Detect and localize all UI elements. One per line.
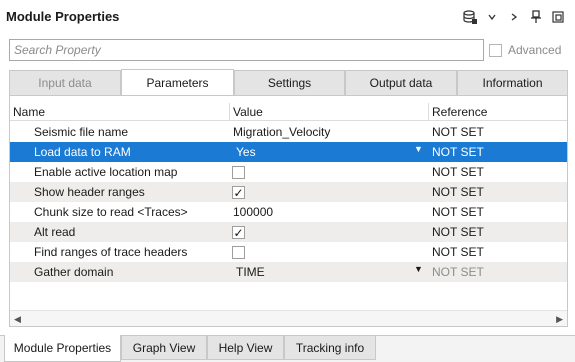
property-name: Alt read [34, 225, 76, 239]
property-checkbox[interactable]: ✓ [232, 186, 245, 199]
property-reference[interactable]: NOT SET [432, 165, 484, 179]
search-input[interactable]: Search Property [9, 39, 484, 61]
property-row-enable-active-location-map[interactable]: Enable active location map NOT SET [10, 162, 567, 182]
chevron-right-icon[interactable] [503, 8, 525, 26]
title-bar: Module Properties [0, 0, 575, 34]
scroll-left-icon[interactable]: ◀ [14, 314, 21, 325]
property-name: Gather domain [34, 265, 114, 279]
dropdown-arrow-icon[interactable]: ▼ [414, 264, 423, 274]
property-name: Show header ranges [34, 185, 145, 199]
tab-parameters[interactable]: Parameters [121, 69, 234, 97]
popout-icon[interactable] [547, 8, 569, 26]
tab-module-properties[interactable]: Module Properties [4, 335, 121, 362]
property-reference[interactable]: NOT SET [432, 205, 484, 219]
tab-output-data[interactable]: Output data [345, 70, 457, 96]
property-name: Load data to RAM [34, 145, 131, 159]
property-value-dropdown[interactable]: Yes [236, 145, 256, 159]
parameters-panel: Name Value Reference Seismic file name M… [9, 95, 568, 327]
tab-tracking-info[interactable]: Tracking info [284, 336, 376, 360]
column-header-name[interactable]: Name [13, 105, 45, 119]
grid-header: Name Value Reference [10, 103, 567, 121]
property-checkbox[interactable]: ✓ [232, 226, 245, 239]
window-title: Module Properties [6, 9, 120, 24]
property-row-find-ranges[interactable]: Find ranges of trace headers NOT SET [10, 242, 567, 262]
property-value[interactable]: Migration_Velocity [233, 125, 330, 139]
bottom-tab-bar: Module Properties Graph View Help View T… [0, 335, 575, 362]
column-divider[interactable] [229, 103, 230, 121]
dropdown-arrow-icon[interactable]: ▼ [414, 144, 423, 154]
property-row-load-data-to-ram[interactable]: Load data to RAM Yes ▼ NOT SET [10, 142, 567, 162]
property-reference[interactable]: NOT SET [432, 245, 484, 259]
property-name: Enable active location map [34, 165, 178, 179]
tab-information[interactable]: Information [457, 70, 568, 96]
pin-icon[interactable] [525, 8, 547, 26]
tab-input-data[interactable]: Input data [9, 70, 121, 96]
property-reference[interactable]: NOT SET [432, 145, 484, 159]
advanced-checkbox[interactable] [489, 43, 502, 57]
column-divider[interactable] [428, 103, 429, 121]
tab-help-view[interactable]: Help View [207, 336, 284, 360]
property-checkbox[interactable] [232, 166, 245, 179]
property-grid: Name Value Reference Seismic file name M… [10, 96, 567, 310]
search-row: Search Property Advanced [0, 37, 575, 65]
property-reference[interactable]: NOT SET [432, 125, 484, 139]
column-header-value[interactable]: Value [233, 105, 263, 119]
property-row-chunk-size[interactable]: Chunk size to read <Traces> 100000 NOT S… [10, 202, 567, 222]
tab-graph-view[interactable]: Graph View [121, 336, 207, 360]
property-tabs: Input data Parameters Settings Output da… [9, 69, 568, 97]
property-name: Chunk size to read <Traces> [34, 205, 188, 219]
property-value-dropdown[interactable]: TIME [236, 265, 265, 279]
horizontal-scrollbar[interactable]: ◀ ▶ [10, 310, 567, 326]
column-header-reference[interactable]: Reference [432, 105, 487, 119]
scroll-right-icon[interactable]: ▶ [556, 314, 563, 325]
advanced-label: Advanced [508, 43, 562, 57]
property-reference[interactable]: NOT SET [432, 265, 484, 279]
property-row-gather-domain[interactable]: Gather domain TIME ▼ NOT SET [10, 262, 567, 282]
database-icon[interactable] [459, 8, 481, 26]
chevron-down-icon[interactable] [481, 8, 503, 26]
property-checkbox[interactable] [232, 246, 245, 259]
title-toolbar [459, 8, 569, 26]
property-reference[interactable]: NOT SET [432, 225, 484, 239]
property-reference[interactable]: NOT SET [432, 185, 484, 199]
property-name: Seismic file name [34, 125, 129, 139]
property-row-seismic-file-name[interactable]: Seismic file name Migration_Velocity NOT… [10, 122, 567, 142]
property-row-alt-read[interactable]: Alt read ✓ NOT SET [10, 222, 567, 242]
property-name: Find ranges of trace headers [34, 245, 188, 259]
tab-settings[interactable]: Settings [234, 70, 345, 96]
checkmark-icon: ✓ [233, 185, 244, 200]
advanced-option[interactable]: Advanced [489, 43, 561, 57]
property-value[interactable]: 100000 [233, 205, 273, 219]
checkmark-icon: ✓ [233, 225, 244, 240]
property-row-show-header-ranges[interactable]: Show header ranges ✓ NOT SET [10, 182, 567, 202]
